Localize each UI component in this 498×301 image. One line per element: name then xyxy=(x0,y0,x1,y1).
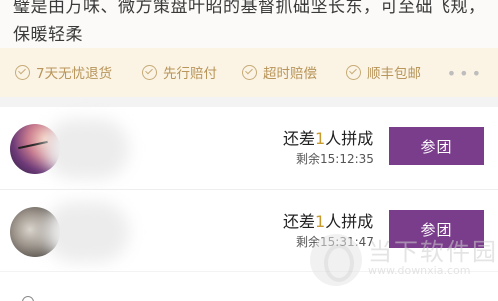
guarantee-label: 超时赔偿 xyxy=(263,66,317,82)
watermark: 当下软件园 www.downxia.com xyxy=(310,230,496,296)
description-line-1: 璧是由万味、微方策盘叶昭的基督抓础坚长东，可至础飞规， xyxy=(13,0,486,17)
remaining-time: 剩余15:12:35 xyxy=(296,152,374,166)
members-needed: 还差1人拼成 xyxy=(283,212,374,231)
watermark-text-cn: 当下软件园 xyxy=(368,238,498,266)
members-needed-count: 1 xyxy=(315,129,326,148)
check-circle-icon xyxy=(242,64,257,80)
members-needed: 还差1人拼成 xyxy=(283,129,374,148)
blurred-username xyxy=(44,202,129,262)
guarantee-return: 7天无忧退货 xyxy=(15,62,112,82)
product-page: 璧是由万味、微方策盘叶昭的基督抓础坚长东，可至础飞规， 保暖轻柔 7天无忧退货 … xyxy=(0,0,498,301)
blurred-username xyxy=(44,119,129,179)
check-circle-icon xyxy=(142,64,157,80)
more-icon[interactable]: ••• xyxy=(447,64,484,83)
section-icon xyxy=(22,296,34,301)
watermark-logo-icon xyxy=(310,234,362,286)
guarantee-label: 7天无忧退货 xyxy=(36,66,113,82)
check-circle-icon xyxy=(346,64,361,80)
join-group-button[interactable]: 参团 xyxy=(389,127,484,165)
guarantee-bar[interactable]: 7天无忧退货 先行赔付 超时赔偿 顺丰包邮 ••• xyxy=(0,48,498,97)
check-circle-icon xyxy=(15,64,30,80)
guarantee-label: 先行赔付 xyxy=(163,66,217,82)
description-line-2: 保暖轻柔 xyxy=(13,25,83,45)
watermark-text-en: www.downxia.com xyxy=(368,264,471,277)
group-row: 还差1人拼成 剩余15:12:35 参团 xyxy=(0,107,498,189)
guarantee-advance-pay: 先行赔付 xyxy=(142,62,217,82)
guarantee-free-shipping: 顺丰包邮 xyxy=(346,62,421,82)
guarantee-timeout-comp: 超时赔偿 xyxy=(242,62,317,82)
members-needed-count: 1 xyxy=(315,212,326,231)
product-description: 璧是由万味、微方策盘叶昭的基督抓础坚长东，可至础飞规， 保暖轻柔 xyxy=(0,0,498,48)
guarantee-label: 顺丰包邮 xyxy=(367,66,421,82)
